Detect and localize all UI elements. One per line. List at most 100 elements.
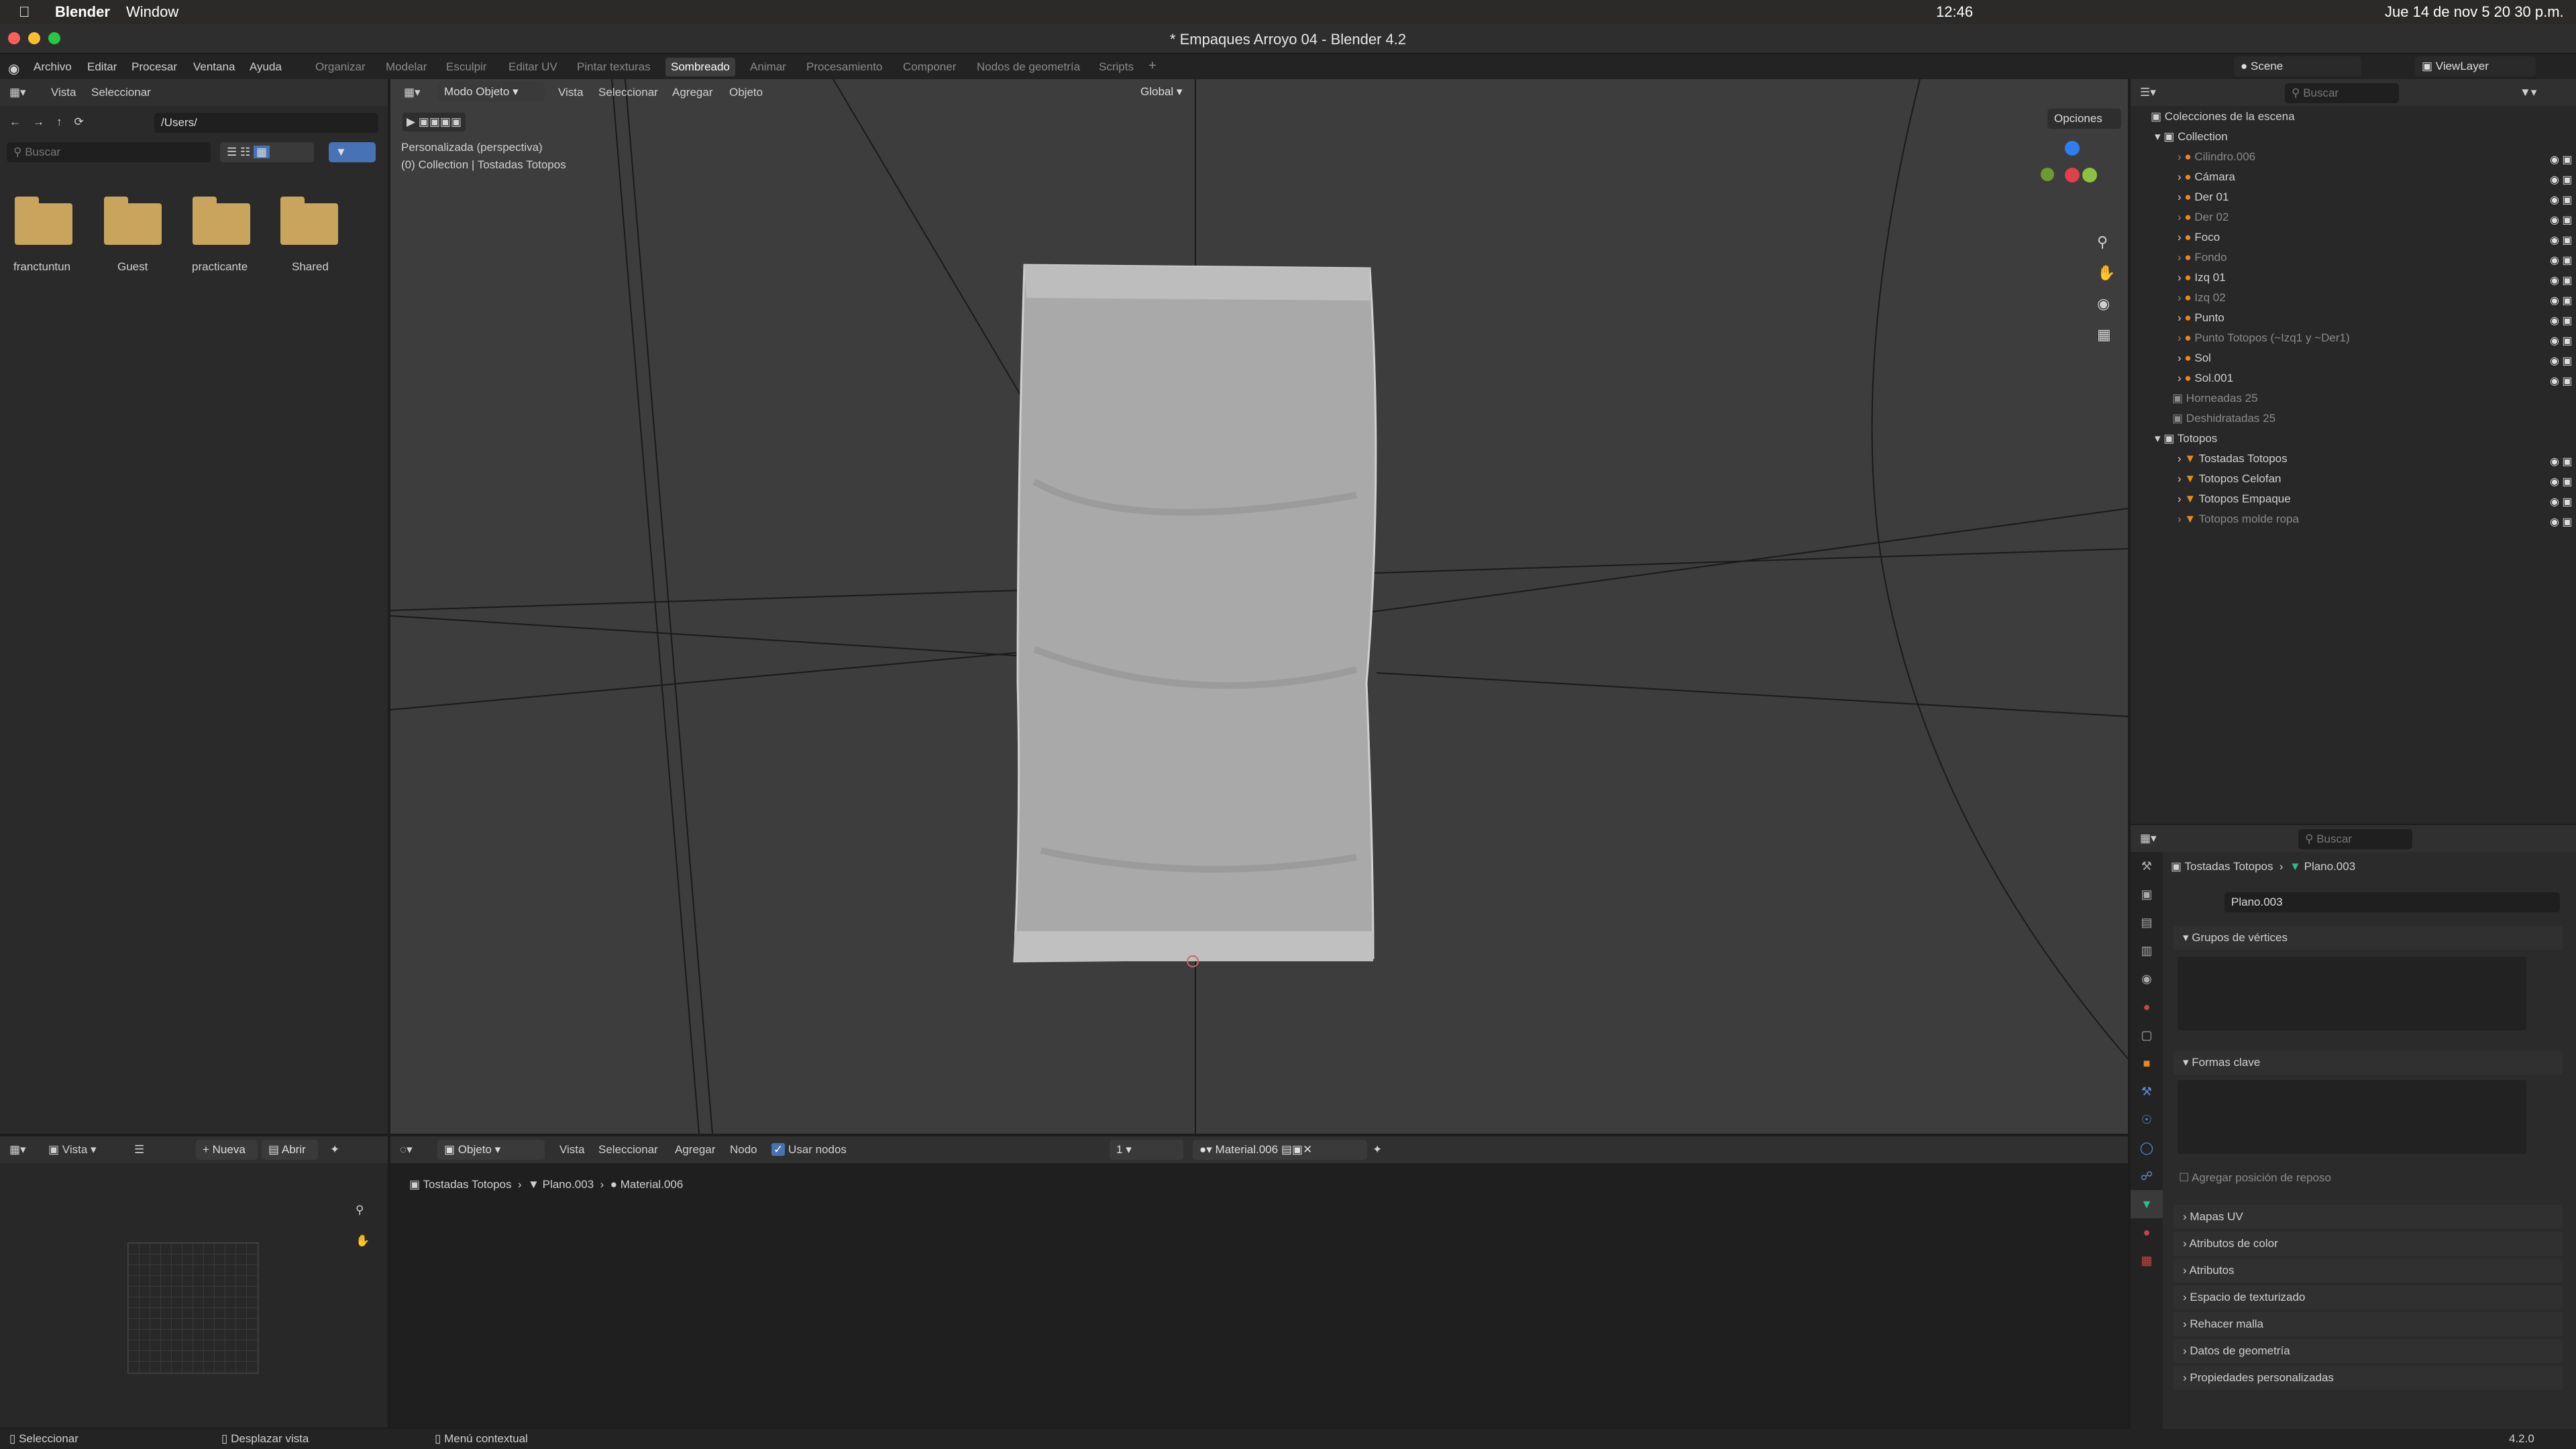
- ne-menu-seleccionar[interactable]: Seleccionar: [598, 1143, 658, 1157]
- modifier-tab-icon[interactable]: ⚒: [2131, 1077, 2163, 1106]
- filter-icon[interactable]: ▼: [329, 142, 376, 162]
- vp-menu-vista[interactable]: Vista: [558, 86, 584, 99]
- visibility-icon[interactable]: ◉ ▣: [2550, 314, 2573, 327]
- texture-tab-icon[interactable]: ▦: [2131, 1246, 2163, 1275]
- outliner-item[interactable]: › ● Izq 01 ◉ ▣: [2178, 271, 2576, 291]
- orientation-selector[interactable]: Global ▾: [1134, 82, 1214, 102]
- select-tools[interactable]: ▶ ▣▣▣▣: [402, 113, 466, 131]
- expand-arrow-icon[interactable]: ›: [2178, 513, 2184, 525]
- expand-arrow-icon[interactable]: ›: [2178, 331, 2184, 344]
- outliner-search[interactable]: ⚲ Buscar: [2285, 83, 2399, 103]
- viewport-nav-buttons[interactable]: ⚲ ✋ ◉ ▦: [2097, 227, 2115, 350]
- property-section[interactable]: › Atributos de color: [2174, 1232, 2563, 1256]
- fb-search-input[interactable]: ⚲ Buscar: [7, 142, 211, 162]
- outliner-collection[interactable]: ▾ ▣ Collection: [2155, 130, 2576, 150]
- properties-search[interactable]: ⚲ Buscar: [2298, 829, 2412, 849]
- tab-editar-uv[interactable]: Editar UV: [508, 60, 557, 74]
- particles-tab-icon[interactable]: ☉: [2131, 1106, 2163, 1134]
- folder-name[interactable]: Shared: [292, 260, 329, 274]
- visibility-icon[interactable]: ◉ ▣: [2550, 495, 2573, 508]
- mesh-name-field[interactable]: Plano.003: [2224, 892, 2560, 912]
- visibility-icon[interactable]: ◉ ▣: [2550, 334, 2573, 347]
- expand-arrow-icon[interactable]: ›: [2178, 170, 2184, 183]
- new-image-button[interactable]: + Nueva: [196, 1140, 258, 1160]
- constraints-tab-icon[interactable]: ☍: [2131, 1162, 2163, 1190]
- image-canvas[interactable]: [127, 1242, 259, 1374]
- scene-selector[interactable]: ● Scene: [2234, 56, 2361, 76]
- tab-pintar-texturas[interactable]: Pintar texturas: [577, 60, 651, 74]
- gizmo-x-axis[interactable]: [2065, 168, 2080, 182]
- pin-icon[interactable]: ✦: [1373, 1143, 1382, 1157]
- property-section[interactable]: › Espacio de texturizado: [2174, 1285, 2563, 1309]
- tab-scripts[interactable]: Scripts: [1099, 60, 1134, 74]
- outliner-item[interactable]: › ● Cámara ◉ ▣: [2178, 170, 2576, 191]
- shader-type-selector[interactable]: ▣ Objeto ▾: [437, 1140, 545, 1160]
- menu-ventana[interactable]: Ventana: [193, 60, 235, 74]
- outliner-collection-totopos[interactable]: ▾ ▣ Totopos: [2155, 432, 2576, 452]
- property-section[interactable]: › Rehacer malla: [2174, 1312, 2563, 1336]
- expand-arrow-icon[interactable]: ›: [2178, 311, 2184, 324]
- ne-menu-vista[interactable]: Vista: [559, 1143, 585, 1157]
- rest-position-checkbox[interactable]: ☐ Agregar posición de reposo: [2179, 1171, 2331, 1185]
- expand-arrow-icon[interactable]: ›: [2178, 291, 2184, 304]
- folder-name[interactable]: franctuntun: [13, 260, 70, 274]
- expand-arrow-icon[interactable]: ›: [2178, 271, 2184, 284]
- tab-componer[interactable]: Componer: [903, 60, 956, 74]
- property-section[interactable]: › Mapas UV: [2174, 1205, 2563, 1229]
- outliner-item[interactable]: › ▼ Tostadas Totopos ◉ ▣: [2178, 452, 2576, 472]
- object-tab-icon[interactable]: ■: [2131, 1049, 2163, 1077]
- blender-logo-icon[interactable]: ◉: [8, 60, 19, 77]
- camera-icon[interactable]: ◉: [2097, 295, 2110, 312]
- mac-menu-window[interactable]: Window: [126, 3, 178, 21]
- zoom-icon[interactable]: ⚲: [2097, 233, 2108, 250]
- gizmo-neg-y[interactable]: [2041, 168, 2054, 181]
- visibility-icon[interactable]: ◉ ▣: [2550, 475, 2573, 488]
- outliner-collection-deshidratadas[interactable]: ▣ Deshidratadas 25: [2172, 412, 2576, 432]
- physics-tab-icon[interactable]: ◯: [2131, 1134, 2163, 1162]
- vp-menu-objeto[interactable]: Objeto: [729, 86, 763, 99]
- menu-editar[interactable]: Editar: [87, 60, 117, 74]
- folder-icon[interactable]: [104, 197, 162, 245]
- tab-procesamiento[interactable]: Procesamiento: [806, 60, 882, 74]
- outliner-root[interactable]: ▣ Colecciones de la escena: [2151, 110, 2576, 130]
- folder-name[interactable]: practicante: [192, 260, 248, 274]
- visibility-icon[interactable]: ◉ ▣: [2550, 455, 2573, 468]
- outliner-item[interactable]: › ▼ Totopos Celofan ◉ ▣: [2178, 472, 2576, 492]
- pin-icon[interactable]: ✦: [330, 1143, 339, 1157]
- fb-menu-vista[interactable]: Vista: [51, 86, 76, 99]
- outliner-item[interactable]: › ● Der 02 ◉ ▣: [2178, 211, 2576, 231]
- shape-keys-panel[interactable]: ▾ Formas clave: [2174, 1051, 2563, 1075]
- zoom-icon[interactable]: ⚲: [356, 1203, 364, 1217]
- visibility-icon[interactable]: ◉ ▣: [2550, 274, 2573, 287]
- visibility-icon[interactable]: ◉ ▣: [2550, 294, 2573, 307]
- outliner-item[interactable]: › ▼ Totopos Empaque ◉ ▣: [2178, 492, 2576, 513]
- tab-organizar[interactable]: Organizar: [315, 60, 366, 74]
- outliner-item[interactable]: › ● Sol.001 ◉ ▣: [2178, 372, 2576, 392]
- shape-keys-list[interactable]: [2178, 1080, 2526, 1154]
- viewlayer-selector[interactable]: ▣ ViewLayer: [2415, 56, 2536, 76]
- folder-icon[interactable]: [193, 197, 250, 245]
- visibility-icon[interactable]: ◉ ▣: [2550, 153, 2573, 166]
- hamburger-icon[interactable]: ☰: [134, 1143, 144, 1157]
- editor-type-icon[interactable]: ▦▾: [9, 1143, 26, 1157]
- property-section[interactable]: › Propiedades personalizadas: [2174, 1366, 2563, 1390]
- hand-icon[interactable]: ✋: [356, 1234, 370, 1248]
- vertex-groups-panel[interactable]: ▾ Grupos de vértices: [2174, 926, 2563, 950]
- output-tab-icon[interactable]: ▤: [2131, 908, 2163, 936]
- outliner-collection-horneadas[interactable]: ▣ Horneadas 25: [2172, 392, 2576, 412]
- tab-esculpir[interactable]: Esculpir: [446, 60, 486, 74]
- vp-menu-seleccionar[interactable]: Seleccionar: [598, 86, 658, 99]
- vertex-groups-list[interactable]: [2178, 957, 2526, 1030]
- folder-name[interactable]: Guest: [117, 260, 148, 274]
- outliner-item[interactable]: › ▼ Totopos molde ropa ◉ ▣: [2178, 513, 2576, 533]
- visibility-icon[interactable]: ◉ ▣: [2550, 374, 2573, 388]
- ie-view-mode[interactable]: ▣ Vista ▾: [48, 1143, 97, 1157]
- editor-type-icon[interactable]: ▦▾: [9, 86, 26, 99]
- outliner-item[interactable]: › ● Der 01 ◉ ▣: [2178, 191, 2576, 211]
- add-workspace-button[interactable]: +: [1148, 58, 1157, 74]
- outliner-item[interactable]: › ● Izq 02 ◉ ▣: [2178, 291, 2576, 311]
- mac-app-name[interactable]: Blender: [55, 3, 110, 21]
- menu-procesar[interactable]: Procesar: [131, 60, 177, 74]
- viewport-3d[interactable]: ▦▾ Modo Objeto ▾ Vista Seleccionar Agreg…: [390, 79, 2128, 1134]
- expand-arrow-icon[interactable]: ›: [2178, 211, 2184, 223]
